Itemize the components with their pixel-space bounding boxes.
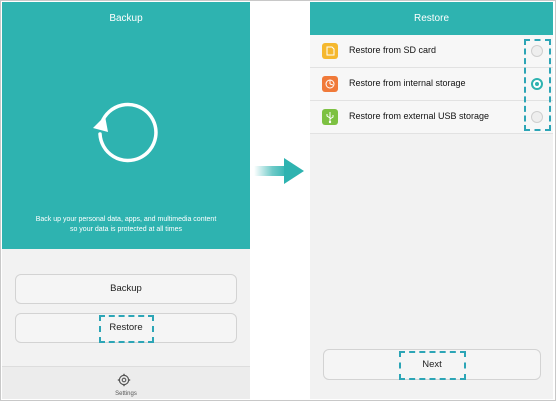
backup-description: Back up your personal data, apps, and mu…: [2, 215, 250, 235]
restore-highlight-box: [99, 315, 154, 343]
settings-label[interactable]: Settings: [2, 391, 250, 397]
option-label: Restore from external USB storage: [349, 111, 490, 121]
restore-option-sd-card[interactable]: Restore from SD card: [310, 35, 553, 68]
restore-option-usb[interactable]: Restore from external USB storage: [310, 101, 553, 134]
option-label: Restore from internal storage: [349, 78, 466, 88]
restore-options-list: Restore from SD card Restore from intern…: [310, 35, 553, 134]
radio-highlight-box: [524, 39, 551, 131]
screen-title: Restore: [413, 13, 449, 24]
backup-screen: Backup Back up your personal data, apps,…: [2, 2, 250, 399]
option-label: Restore from SD card: [349, 45, 437, 55]
restore-option-internal-storage[interactable]: Restore from internal storage: [310, 68, 553, 101]
description-line: Back up your personal data, apps, and mu…: [35, 216, 217, 223]
refresh-icon: [93, 102, 158, 163]
restore-header: Restore: [310, 2, 553, 35]
restore-screen: Restore Restore from SD card Restore fro…: [310, 2, 553, 399]
description-line: so your data is protected at all times: [69, 226, 183, 233]
screen-title: Backup: [109, 13, 143, 24]
usb-icon: [322, 109, 338, 125]
backup-hero-panel: Backup Back up your personal data, apps,…: [2, 2, 250, 249]
backup-button[interactable]: Backup: [15, 274, 237, 304]
internal-storage-icon: [322, 76, 338, 92]
sd-card-icon: [322, 43, 338, 59]
arrow-right-icon: [254, 158, 304, 184]
gear-icon[interactable]: [117, 373, 131, 387]
next-highlight-box: [399, 351, 466, 380]
bottom-bar: Settings: [2, 366, 250, 399]
